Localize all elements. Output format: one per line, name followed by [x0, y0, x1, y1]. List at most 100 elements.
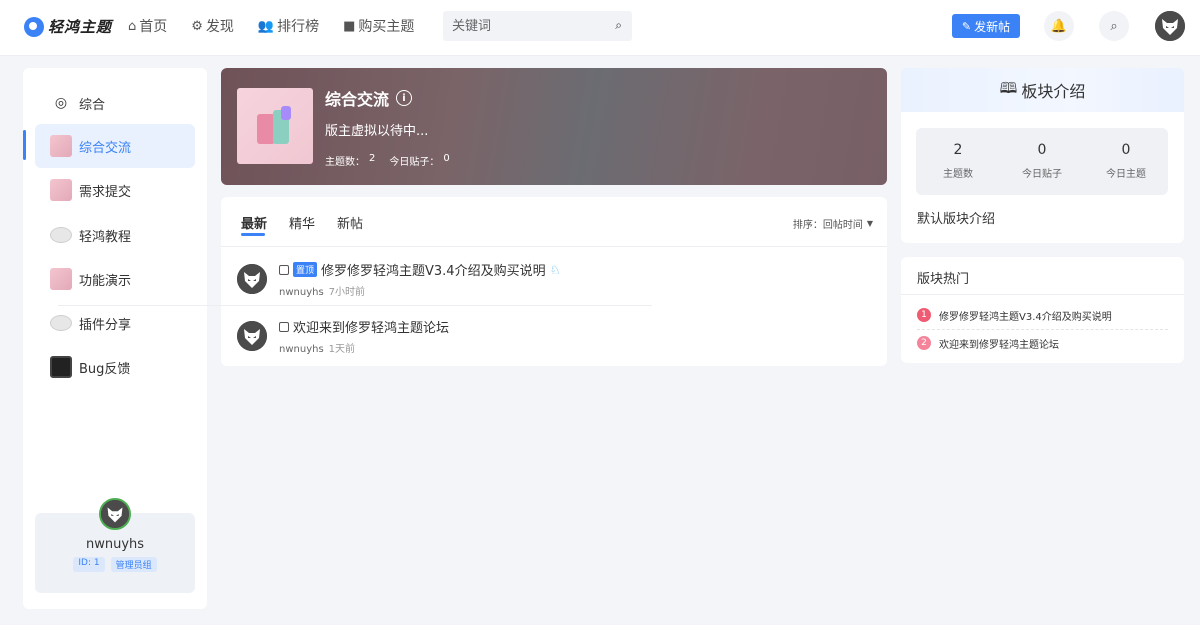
- hot-thread-item[interactable]: 1 修罗修罗轻鸿主题V3.4介绍及购买说明: [917, 301, 1168, 329]
- top-bar: 轻鸿主题 ⌂ 首页 ⚙ 发现 👥 排行榜 ■ 购买主题 ⌕ ✎ 发新帖 🔔 ⌕: [0, 0, 1200, 56]
- nav-item-label: 排行榜: [277, 19, 320, 35]
- thread-tabs: 最新 精华 新帖: [241, 213, 385, 236]
- thread-time: 7小时前: [328, 287, 366, 298]
- tab-featured[interactable]: 精华: [289, 213, 315, 232]
- forum-title: 综合交流 i: [325, 86, 413, 110]
- thread-row[interactable]: 置顶 修罗修罗轻鸿主题V3.4介绍及购买说明 ♘ nwnuyhs 7小时前: [237, 249, 873, 305]
- nav-item-label: 发现: [205, 19, 234, 35]
- user-group-badge: 管理员组: [110, 557, 157, 572]
- search-icon: ⌕: [1110, 18, 1118, 34]
- new-post-label: 发新帖: [974, 19, 1011, 34]
- today-posts-label: 今日贴子：: [389, 157, 440, 168]
- search-icon[interactable]: ⌕: [615, 18, 622, 33]
- hot-thread-title[interactable]: 修罗修罗轻鸿主题V3.4介绍及购买说明: [939, 308, 1112, 323]
- stat-today-topics: 0 今日主题: [1106, 142, 1146, 180]
- forum-thumb-icon: [50, 179, 72, 201]
- rank-badge: 2: [917, 336, 931, 350]
- user-card-name[interactable]: nwnuyhs: [35, 537, 195, 552]
- award-icon: ♘: [549, 262, 561, 277]
- thread-title[interactable]: 修罗修罗轻鸿主题V3.4介绍及购买说明: [321, 260, 546, 279]
- site-logo[interactable]: 轻鸿主题: [24, 16, 112, 37]
- rank-badge: 1: [917, 308, 931, 322]
- nav-item-buy[interactable]: ■ 购买主题: [343, 16, 414, 36]
- forum-thumb-icon: [50, 268, 72, 290]
- thread-list: 最新 精华 新帖 排序：回帖时间 ▼ 置顶 修罗修罗轻鸿主题V3.4介绍及购买说…: [221, 197, 887, 366]
- board-intro-header: 🕮 板块介绍: [901, 68, 1184, 112]
- nav-item-discover[interactable]: ⚙ 发现: [191, 16, 234, 36]
- nav-item-label: 首页: [139, 19, 168, 35]
- forum-stats: 主题数： 2 今日贴子： 0: [325, 153, 454, 168]
- user-card-tags: ID: 1 管理员组: [35, 557, 195, 572]
- search-input[interactable]: [443, 11, 593, 41]
- wolf-avatar-icon: [237, 321, 267, 351]
- thread-time: 1天前: [328, 344, 356, 355]
- sidebar-item-label: 综合交流: [79, 140, 132, 156]
- hot-thread-item[interactable]: 2 欢迎来到修罗轻鸿主题论坛: [917, 329, 1168, 357]
- sidebar-item-demo[interactable]: 功能演示: [35, 257, 195, 301]
- forum-thumb-icon: [50, 135, 72, 157]
- sidebar-item-exchange[interactable]: 综合交流: [35, 124, 195, 168]
- thread-author-avatar[interactable]: [237, 264, 267, 294]
- caret-down-icon: ▼: [866, 219, 873, 228]
- nav-item-label: 购买主题: [358, 19, 415, 35]
- search-box: ⌕: [443, 11, 632, 41]
- thread-author-avatar[interactable]: [237, 321, 267, 351]
- board-stats: 2 主题数 0 今日贴子 0 今日主题: [916, 128, 1168, 195]
- forum-banner: 综合交流 i 版主虚拟以待中... 主题数： 2 今日贴子： 0: [221, 68, 887, 185]
- search-button[interactable]: ⌕: [1099, 11, 1129, 41]
- active-indicator: [23, 130, 26, 160]
- compass-icon: ◎: [54, 95, 68, 111]
- stat-topics: 2 主题数: [943, 142, 973, 180]
- new-post-button[interactable]: ✎ 发新帖: [952, 14, 1020, 38]
- notification-button[interactable]: 🔔: [1044, 11, 1074, 41]
- user-avatar[interactable]: [1155, 11, 1185, 41]
- sidebar-item-label: 插件分享: [79, 317, 132, 333]
- topics-label: 主题数：: [325, 157, 365, 168]
- sidebar-item-general[interactable]: ◎ 综合: [35, 81, 195, 125]
- bell-icon: 🔔: [1050, 18, 1068, 34]
- speech-bubble-icon: [50, 315, 72, 331]
- sidebar-item-label: Bug反馈: [79, 361, 131, 377]
- stat-today-posts: 0 今日贴子: [1022, 142, 1062, 180]
- compass-icon: ⚙: [191, 18, 203, 34]
- hot-thread-title[interactable]: 欢迎来到修罗轻鸿主题论坛: [939, 336, 1059, 351]
- nav-item-ranking[interactable]: 👥 排行榜: [258, 16, 319, 36]
- sidebar-item-label: 功能演示: [79, 273, 132, 289]
- sidebar-item-tutorials[interactable]: 轻鸿教程: [35, 213, 195, 257]
- topics-value: 2: [369, 153, 376, 164]
- forum-sidebar: ◎ 综合 综合交流 需求提交 轻鸿教程 功能演示 插件分享 Bug反馈 nwnu…: [23, 68, 207, 609]
- hot-threads-title: 版块热门: [917, 272, 970, 287]
- thread-title[interactable]: 欢迎来到修罗轻鸿主题论坛: [293, 317, 449, 336]
- today-posts-value: 0: [443, 153, 450, 164]
- thread-checkbox[interactable]: [279, 264, 289, 275]
- thread-author[interactable]: nwnuyhs: [279, 287, 324, 298]
- thread-row[interactable]: 欢迎来到修罗轻鸿主题论坛 nwnuyhs 1天前: [237, 306, 873, 362]
- board-intro-text: 默认版块介绍: [917, 212, 996, 227]
- sort-label: 排序：回帖时间: [792, 220, 863, 231]
- thread-checkbox[interactable]: [279, 321, 289, 332]
- users-icon: 👥: [257, 18, 275, 34]
- sidebar-item-label: 综合: [79, 97, 106, 113]
- thread-author[interactable]: nwnuyhs: [279, 344, 324, 355]
- tab-latest[interactable]: 最新: [241, 213, 267, 236]
- sort-dropdown[interactable]: 排序：回帖时间 ▼: [793, 216, 873, 231]
- edit-icon: ✎: [961, 19, 972, 33]
- logo-text: 轻鸿主题: [48, 18, 113, 36]
- logo-mark-icon: [24, 16, 44, 37]
- nav-item-home[interactable]: ⌂ 首页: [128, 16, 167, 36]
- sidebar-item-plugins[interactable]: 插件分享: [35, 301, 195, 345]
- forum-cover-image: [237, 88, 313, 164]
- user-id-badge: ID: 1: [73, 557, 105, 572]
- wolf-avatar-icon: [237, 264, 267, 294]
- board-intro-panel: 🕮 板块介绍 2 主题数 0 今日贴子 0 今日主题 默认版块介绍: [901, 68, 1184, 243]
- book-icon: 🕮: [999, 78, 1018, 97]
- user-card-avatar[interactable]: [99, 498, 131, 530]
- sidebar-item-bugs[interactable]: Bug反馈: [35, 345, 195, 389]
- bug-icon: [50, 356, 72, 378]
- pinned-badge: 置顶: [293, 262, 318, 277]
- sidebar-item-requests[interactable]: 需求提交: [35, 168, 195, 212]
- forum-title-text: 综合交流: [325, 90, 390, 109]
- wolf-avatar-icon: [101, 500, 129, 528]
- tab-new[interactable]: 新帖: [337, 213, 363, 232]
- info-icon[interactable]: i: [396, 90, 413, 106]
